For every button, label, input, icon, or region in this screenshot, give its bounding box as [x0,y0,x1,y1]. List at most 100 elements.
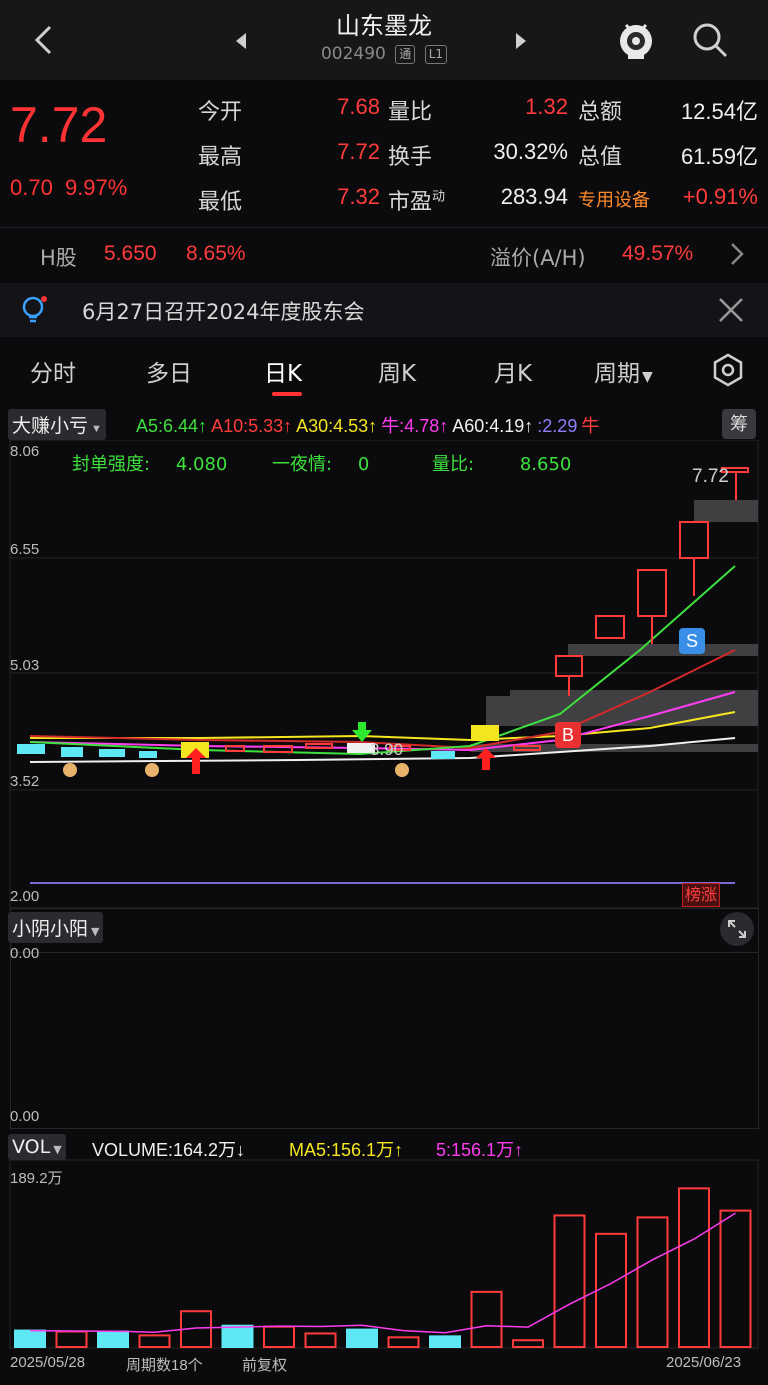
volume-bar [346,1328,378,1349]
h-share-label: H股 [40,246,77,270]
caret-down-icon: ▼ [53,1143,62,1156]
indicator-value: 牛 [581,416,600,436]
stat-label: 一夜情: [272,454,333,475]
volume-chart[interactable]: VOL ▼ VOLUME:164.2万↓ MA5:156.1万↑ 5:156.1万… [0,1130,768,1385]
active-tab-indicator [272,392,302,396]
volume-bar [678,1187,710,1348]
volume-bar [387,1336,420,1349]
volume-ratio-value: 1.32 [525,94,568,119]
volume-bar [512,1339,544,1348]
candle [595,615,625,639]
volume-bar [553,1214,586,1348]
caret-down-icon: ▼ [91,423,102,435]
volume-ma-line [29,1212,736,1334]
sector-link[interactable]: 专用设备 [578,186,650,212]
volume-bar [97,1330,129,1348]
expand-icon[interactable] [720,912,754,946]
tab-weekly-k[interactable]: 周K [378,354,416,388]
volume-bar [138,1334,171,1348]
kline-chart[interactable]: 8.06 6.55 5.03 3.52 2.00 封单强度: 4.080 一夜情… [0,439,768,910]
h-share-pct: 8.65% [186,242,246,265]
turnover-label: 换手 [388,145,433,170]
low-value: 7.32 [337,184,380,209]
start-date: 2025/05/28 [10,1354,86,1371]
h-share-row[interactable]: H股 5.650 8.65% 溢价(A/H) 49.57% [0,228,768,282]
buy-marker[interactable]: B [555,722,581,748]
chart-frame [9,439,759,909]
close-icon[interactable] [718,297,744,323]
candle [637,569,667,617]
prev-stock-icon[interactable] [234,32,248,50]
candle [263,745,293,753]
assistant-robot-icon[interactable] [614,16,658,62]
change-pct: 9.97% [64,175,128,200]
candle [305,743,333,749]
indicator-value: :2.29 [537,416,578,436]
chip-distribution-button[interactable]: 筹 [722,409,756,439]
end-date: 2025/06/23 [666,1354,742,1371]
volume-value: VOLUME:164.2万↓ [92,1140,246,1160]
settings-hexagon-icon[interactable] [710,352,746,388]
amount-label: 总额 [578,100,623,125]
hand-pointer-icon [63,763,77,777]
volume-frame [9,1159,759,1349]
high-label: 最高 [198,145,243,170]
indicator-values: A5:6.44↑ A10:5.33↑ A30:4.53↑ 牛:4.78↑ A60:4.1… [136,412,603,438]
price-change: 0.70 9.97% [10,175,127,201]
lightbulb-icon [20,295,48,325]
volume-bar [429,1335,461,1348]
sub-indicator-chart[interactable]: 小阴小阳 ▼ 0.00 0.00 [0,908,768,1130]
tab-multiday[interactable]: 多日 [146,354,192,388]
search-icon[interactable] [688,18,732,62]
indicator-selector-label: 大赚小亏 [12,416,89,437]
support-zone [486,696,758,726]
pe-value: 283.94 [500,184,568,209]
open-value: 7.68 [337,94,380,119]
hand-pointer-icon [145,763,159,777]
tab-intraday[interactable]: 分时 [30,354,76,388]
stat-value: 8.650 [519,454,572,475]
tab-period-label: 周期 [594,361,640,387]
sell-marker[interactable]: S [679,628,705,654]
y-axis-label: 3.52 [10,773,40,790]
y-axis-label: 0.00 [10,1108,40,1125]
indicator-legend: 大赚小亏 ▼ A5:6.44↑ A10:5.33↑ A30:4.53↑ 牛:4.78↑ A… [0,408,768,440]
notice-bar[interactable]: 6月27日召开2024年度股东会 [0,283,768,337]
y-axis-label: 5.03 [10,657,40,674]
premium-label: 溢价(A/H) [490,246,586,270]
tab-daily-k[interactable]: 日K [264,354,302,388]
tab-monthly-k[interactable]: 月K [494,354,532,388]
open-label: 今开 [198,100,243,125]
volume-bar [636,1216,669,1349]
indicator-selector[interactable]: 大赚小亏 ▼ [8,409,106,440]
candle [139,751,157,758]
high-value: 7.72 [337,139,380,164]
volume-ratio-stat: 量比: 8.650 [432,450,571,476]
volume-bar [14,1329,46,1348]
candle [679,521,709,559]
stock-code: 002490 [320,44,386,64]
premium-value: 49.57% [622,242,694,265]
overnight-stat: 一夜情: 0 [272,450,369,476]
tab-period[interactable]: 周期 ▼ [594,354,653,388]
y-axis-label: 6.55 [10,541,40,558]
sub-indicator-selector[interactable]: 小阴小阳 ▼ [8,912,104,943]
volume-bar [304,1332,337,1348]
rank-rise-tag[interactable]: 榜涨 [682,883,721,907]
hand-pointer-icon [395,763,409,777]
candle [61,747,83,757]
y-axis-label: 2.00 [10,888,40,905]
volume-bar [719,1209,752,1348]
candle [225,745,245,752]
seal-strength-stat: 封单强度: 4.080 [72,450,227,476]
candle [17,744,45,754]
volume-bar [263,1325,295,1348]
adjust-mode[interactable]: 前复权 [242,1354,287,1375]
y-axis-label: 8.06 [10,443,40,460]
stat-label: 量比: [432,454,475,475]
next-stock-icon[interactable] [514,32,528,50]
last-price: 7.72 [10,97,108,153]
market-cap-label: 总值 [578,145,623,170]
volume-selector[interactable]: VOL ▼ [8,1134,66,1160]
low-label: 最低 [198,190,243,215]
